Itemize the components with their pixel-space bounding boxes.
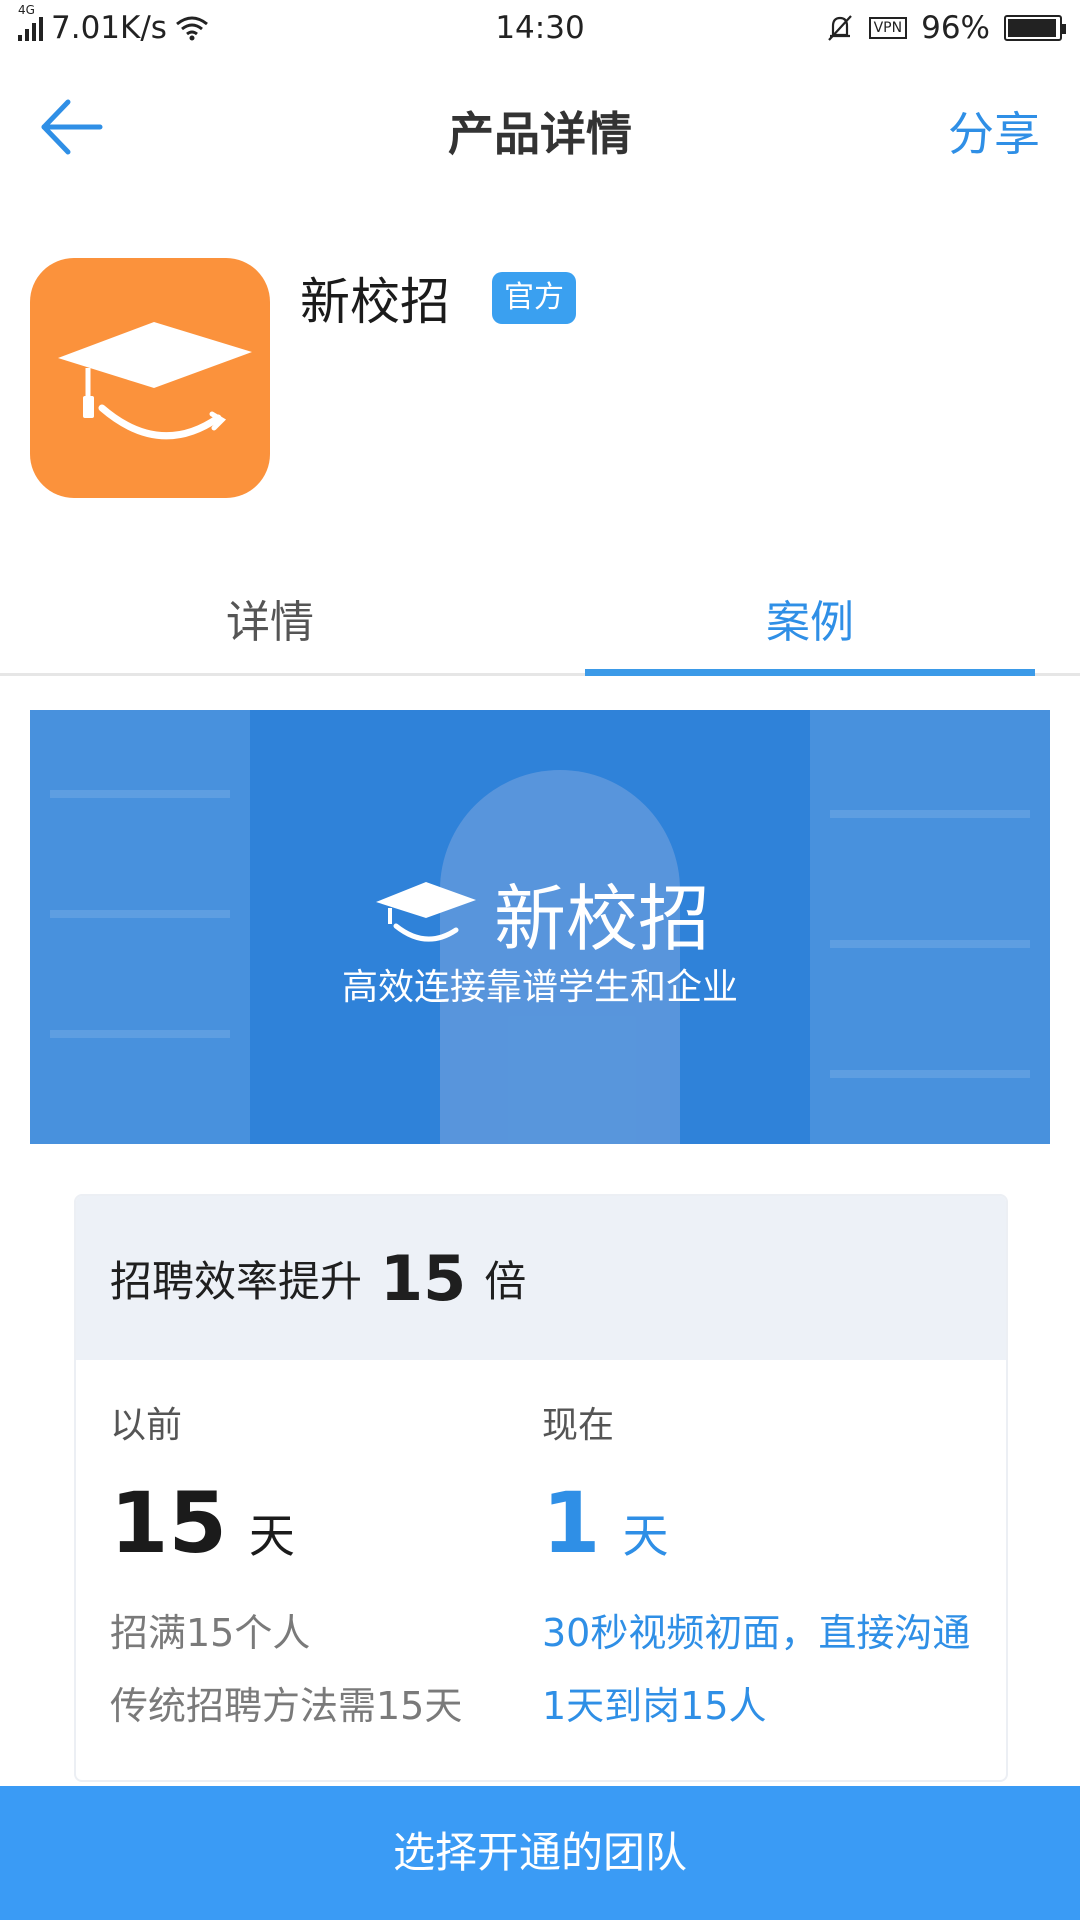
now-column: 现在 1 天 30秒视频初面，直接沟通 1天到岗15人 — [542, 1396, 982, 1730]
before-label: 以前 — [110, 1405, 183, 1446]
status-time: 14:30 — [495, 10, 585, 46]
now-number: 1 — [542, 1474, 601, 1572]
before-unit: 天 — [248, 1509, 295, 1563]
banner-title-row: 新校招 — [30, 860, 1050, 965]
card-headline: 招聘效率提升 15 倍 — [76, 1196, 1006, 1360]
graduation-cap-icon — [375, 881, 476, 942]
battery-percent: 96% — [921, 10, 990, 46]
bell-muted-icon — [827, 15, 852, 41]
case-banner: 新校招 高效连接靠谱学生和企业 — [30, 710, 1050, 1144]
status-right: VPN 96% — [702, 10, 1066, 46]
product-name: 新校招 — [300, 273, 450, 331]
banner-title: 新校招 — [493, 877, 710, 961]
network-speed: 7.01K/s — [51, 10, 167, 46]
before-description: 招满15个人 传统招聘方法需15天 — [110, 1602, 550, 1730]
before-column: 以前 15 天 招满15个人 传统招聘方法需15天 — [110, 1396, 550, 1730]
headline-number: 15 — [380, 1241, 467, 1315]
before-value: 15 天 — [110, 1474, 550, 1572]
vpn-indicator: VPN — [868, 17, 908, 39]
headline-suffix: 倍 — [484, 1256, 527, 1306]
shelf-line — [50, 1030, 230, 1038]
share-button[interactable]: 分享 — [948, 98, 1040, 164]
shelf-line — [50, 790, 230, 798]
now-line: 30秒视频初面，直接沟通 — [542, 1611, 971, 1655]
now-line: 1天到岗15人 — [542, 1684, 767, 1728]
battery-fill — [1008, 19, 1056, 37]
app-logo — [30, 258, 270, 498]
active-tab-indicator — [585, 669, 1035, 676]
now-unit: 天 — [622, 1509, 669, 1563]
official-badge: 官方 — [492, 272, 576, 324]
now-value: 1 天 — [542, 1474, 982, 1572]
banner-subtitle: 高效连接靠谱学生和企业 — [341, 967, 738, 1008]
shelf-line — [830, 1070, 1030, 1078]
select-team-button[interactable]: 选择开通的团队 — [0, 1786, 1080, 1920]
headline-prefix: 招聘效率提升 — [110, 1256, 363, 1306]
tab-bar: 详情 案例 — [0, 560, 1080, 676]
tab-cases[interactable]: 案例 — [585, 586, 1035, 650]
now-description: 30秒视频初面，直接沟通 1天到岗15人 — [542, 1602, 982, 1730]
status-bar: 4G 7.01K/s 14:30 VPN 96% — [0, 0, 1080, 56]
tab-details[interactable]: 详情 — [45, 586, 495, 650]
network-type: 4G — [18, 3, 35, 17]
battery-icon — [1004, 15, 1066, 41]
before-number: 15 — [110, 1474, 227, 1572]
before-line: 招满15个人 — [110, 1611, 311, 1655]
cellular-signal-icon: 4G — [18, 3, 43, 41]
case-card: 招聘效率提升 15 倍 以前 15 天 招满15个人 传统招聘方法需15天 现在… — [74, 1194, 1008, 1782]
page-title: 产品详情 — [448, 107, 632, 161]
graduation-cap-icon — [58, 322, 252, 440]
nav-bar: 产品详情 分享 — [0, 72, 1080, 182]
shelf-line — [830, 810, 1030, 818]
before-line: 传统招聘方法需15天 — [110, 1684, 463, 1728]
now-label: 现在 — [542, 1405, 615, 1446]
status-left: 4G 7.01K/s — [18, 3, 378, 46]
wifi-icon — [176, 16, 208, 41]
